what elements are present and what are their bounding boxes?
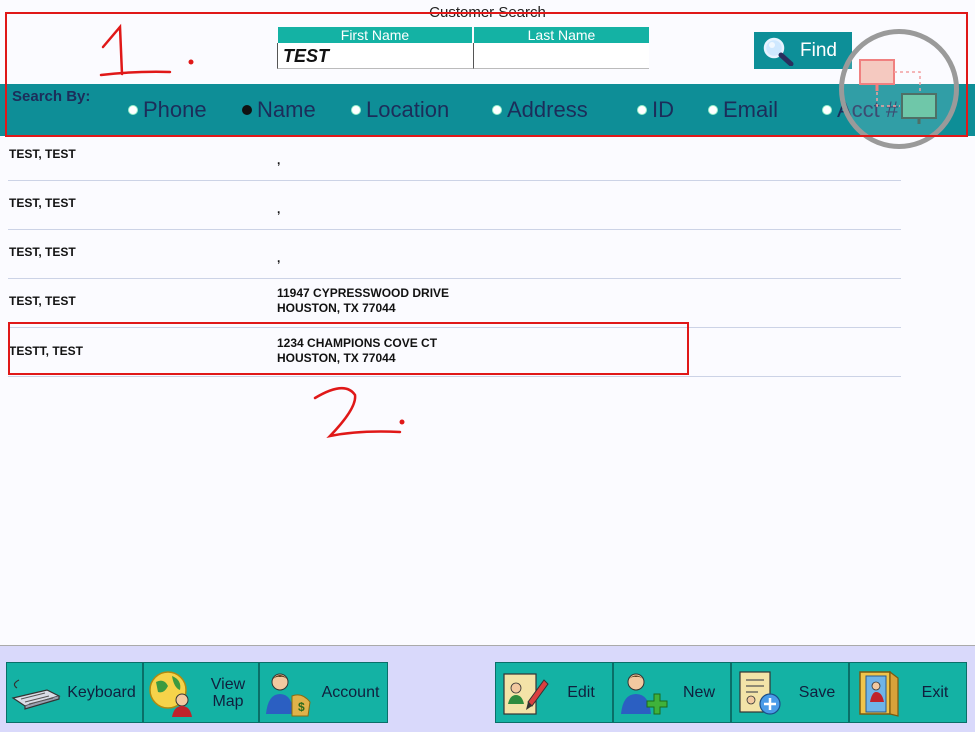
radio-id[interactable]: ID bbox=[637, 97, 674, 123]
save-button[interactable]: Save bbox=[731, 662, 849, 723]
radio-location[interactable]: Location bbox=[351, 97, 449, 123]
address-line2: HOUSTON, TX 77044 bbox=[277, 301, 396, 315]
radio-label: ID bbox=[652, 97, 674, 122]
new-button[interactable]: New bbox=[613, 662, 731, 723]
find-button[interactable]: Find bbox=[754, 32, 852, 69]
radio-dot bbox=[708, 105, 718, 115]
radio-name[interactable]: Name bbox=[242, 97, 316, 123]
result-name: TESTT, TEST bbox=[9, 344, 84, 358]
window-title: Customer Search bbox=[429, 4, 546, 21]
last-name-input[interactable] bbox=[473, 43, 649, 69]
radio-address[interactable]: Address bbox=[492, 97, 588, 123]
result-name: TEST, TEST bbox=[9, 196, 76, 210]
radio-label: Location bbox=[366, 97, 450, 122]
address-line2: HOUSTON, TX 77044 bbox=[277, 351, 396, 365]
keyboard-icon bbox=[11, 678, 61, 710]
view-map-label: View Map bbox=[198, 676, 258, 710]
result-row[interactable]: TEST, TEST , bbox=[8, 180, 901, 230]
find-label: Find bbox=[800, 39, 837, 61]
result-name: TEST, TEST bbox=[9, 294, 76, 308]
radio-dot bbox=[492, 105, 502, 115]
result-row[interactable]: TESTT, TEST 1234 CHAMPIONS COVE CT HOUSTO… bbox=[8, 327, 901, 377]
radio-label: Email bbox=[723, 97, 779, 122]
edit-label: Edit bbox=[567, 684, 595, 701]
last-name-label: Last Name bbox=[474, 27, 649, 43]
monitors-icon bbox=[859, 59, 937, 124]
address-line1: , bbox=[277, 153, 281, 167]
edit-document-icon bbox=[503, 672, 549, 715]
magnifier-icon bbox=[763, 37, 794, 66]
save-document-icon bbox=[739, 670, 781, 715]
radio-dot bbox=[128, 105, 138, 115]
view-map-label-line1: View bbox=[210, 675, 246, 693]
search-by-bar: Search By: Phone Name Location Address I… bbox=[0, 84, 975, 136]
radio-label: Name bbox=[257, 97, 316, 122]
result-address: , bbox=[277, 251, 280, 266]
radio-label: Phone bbox=[143, 97, 207, 122]
radio-dot bbox=[822, 105, 832, 115]
new-label: New bbox=[682, 684, 715, 701]
search-by-label: Search By: bbox=[12, 88, 91, 105]
handwritten-number-2 bbox=[313, 387, 405, 439]
first-name-label: First Name bbox=[278, 27, 472, 43]
view-map-label-line2: Map bbox=[212, 692, 244, 710]
keyboard-label: Keyboard bbox=[67, 684, 136, 701]
exit-label: Exit bbox=[921, 684, 949, 701]
radio-email[interactable]: Email bbox=[708, 97, 778, 123]
exit-door-icon bbox=[859, 670, 899, 717]
result-address: 1234 CHAMPIONS COVE CT HOUSTON, TX 77044 bbox=[277, 336, 437, 366]
edit-button[interactable]: Edit bbox=[495, 662, 613, 723]
globe-person-icon bbox=[149, 670, 192, 717]
address-line1: 1234 CHAMPIONS COVE CT bbox=[277, 336, 438, 350]
result-address: , bbox=[277, 153, 280, 168]
exit-button[interactable]: Exit bbox=[849, 662, 967, 723]
result-row[interactable]: TEST, TEST 11947 CYPRESSWOOD DRIVE HOUSTO… bbox=[8, 278, 901, 328]
result-row[interactable]: TEST, TEST , bbox=[8, 140, 901, 181]
radio-dot bbox=[637, 105, 647, 115]
svg-text:$: $ bbox=[298, 700, 305, 714]
address-line1: , bbox=[277, 251, 281, 265]
address-line1: , bbox=[277, 202, 281, 216]
person-money-icon: $ bbox=[266, 673, 311, 716]
add-person-icon bbox=[621, 673, 668, 714]
address-line1: 11947 CYPRESSWOOD DRIVE bbox=[277, 286, 450, 300]
main-panel: Customer Search First Name Last Name TES… bbox=[0, 0, 975, 645]
radio-dot-selected bbox=[242, 105, 252, 115]
radio-phone[interactable]: Phone bbox=[128, 97, 207, 123]
result-row[interactable]: TEST, TEST , bbox=[8, 229, 901, 279]
result-name: TEST, TEST bbox=[9, 147, 76, 161]
result-name: TEST, TEST bbox=[9, 245, 76, 259]
result-address: , bbox=[277, 202, 280, 217]
first-name-input[interactable]: TEST bbox=[277, 43, 473, 69]
screen-share-widget[interactable] bbox=[839, 29, 959, 149]
view-map-button[interactable]: View Map bbox=[143, 662, 259, 723]
radio-dot bbox=[351, 105, 361, 115]
radio-label: Address bbox=[507, 97, 588, 122]
result-address: 11947 CYPRESSWOOD DRIVE HOUSTON, TX 77044 bbox=[277, 286, 449, 316]
handwritten-number-1 bbox=[99, 23, 194, 77]
keyboard-button[interactable]: Keyboard bbox=[6, 662, 143, 723]
save-label: Save bbox=[798, 684, 836, 701]
account-label: Account bbox=[321, 684, 380, 701]
account-button[interactable]: $ Account bbox=[259, 662, 388, 723]
